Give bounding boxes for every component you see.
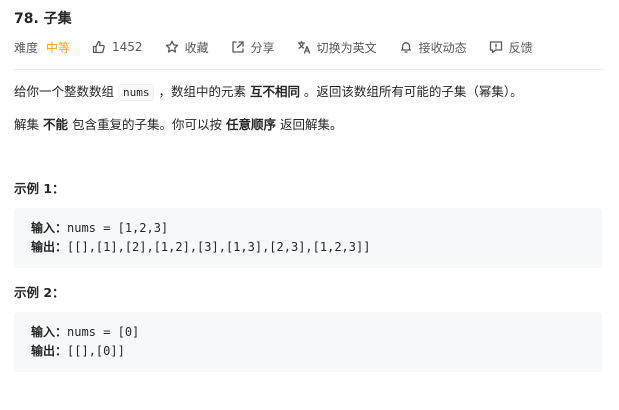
- text: 。返回该数组所有可能的子集（幂集）。: [299, 84, 523, 99]
- subscribe-label: 接收动态: [418, 40, 467, 55]
- example-2-input: 输入：nums = [0]: [31, 323, 602, 342]
- example-2-block: 输入：nums = [0] 输出：[[],[0]]: [14, 312, 602, 372]
- example-1-block: 输入：nums = [1,2,3] 输出：[[],[1],[2],[1,2],[…: [14, 208, 602, 268]
- like-button[interactable]: 1452: [92, 40, 143, 54]
- text: 包含重复的子集。你可以按: [68, 117, 226, 132]
- switch-language-button[interactable]: 切换为英文: [297, 39, 377, 56]
- switch-language-label: 切换为英文: [316, 40, 377, 55]
- bold-text: 不能: [42, 117, 68, 132]
- example-1-output: 输出：[[],[1],[2],[1,2],[3],[1,3],[2,3],[1,…: [31, 238, 602, 257]
- feedback-label: 反馈: [508, 40, 533, 55]
- input-value: nums = [0]: [67, 325, 140, 339]
- description-paragraph-2: 解集 不能 包含重复的子集。你可以按 任意顺序 返回解集。: [14, 116, 342, 134]
- output-label: 输出：: [31, 240, 68, 254]
- star-icon: [165, 40, 178, 53]
- favorite-label: 收藏: [184, 40, 209, 55]
- difficulty: 难度 中等: [14, 39, 70, 56]
- share-icon: [231, 41, 244, 53]
- inline-code-nums: nums: [117, 84, 155, 101]
- output-label: 输出：: [31, 344, 68, 358]
- like-count: 1452: [112, 40, 143, 54]
- share-label: 分享: [250, 40, 275, 55]
- input-label: 输入：: [31, 221, 68, 235]
- difficulty-label: 难度: [14, 40, 39, 55]
- bell-icon: [400, 42, 411, 53]
- example-1-title: 示例 1：: [14, 181, 65, 196]
- favorite-button[interactable]: 收藏: [165, 39, 209, 56]
- output-value: [[],[1],[2],[1,2],[3],[1,3],[2,3],[1,2,3…: [67, 240, 371, 254]
- translate-icon: [297, 40, 310, 54]
- problem-meta-bar: 难度 中等 1452 收藏 分享 切换为英文 接收动态 反馈: [14, 38, 555, 56]
- difficulty-value: 中等: [46, 40, 71, 55]
- meta-divider: [14, 69, 604, 70]
- thumbs-up-icon: [92, 40, 105, 54]
- example-2-output: 输出：[[],[0]]: [31, 342, 602, 361]
- subscribe-button[interactable]: 接收动态: [399, 39, 467, 56]
- output-value: [[],[0]]: [67, 344, 125, 358]
- bold-text: 互不相同: [249, 84, 300, 99]
- text: ，数组中的元素: [154, 84, 250, 99]
- example-2-title: 示例 2：: [14, 285, 65, 300]
- text: 解集: [14, 117, 43, 132]
- problem-title: 78. 子集: [14, 11, 72, 27]
- text: 给你一个整数数组: [14, 84, 118, 99]
- text: 返回解集。: [275, 117, 343, 132]
- input-value: nums = [1,2,3]: [67, 221, 169, 235]
- bold-text: 任意顺序: [225, 117, 276, 132]
- input-label: 输入：: [31, 325, 68, 339]
- example-1-input: 输入：nums = [1,2,3]: [31, 219, 602, 238]
- share-button[interactable]: 分享: [231, 39, 275, 56]
- description-paragraph-1: 给你一个整数数组 nums ，数组中的元素 互不相同 。返回该数组所有可能的子集…: [14, 83, 523, 102]
- feedback-icon: [489, 41, 502, 54]
- feedback-button[interactable]: 反馈: [489, 39, 533, 56]
